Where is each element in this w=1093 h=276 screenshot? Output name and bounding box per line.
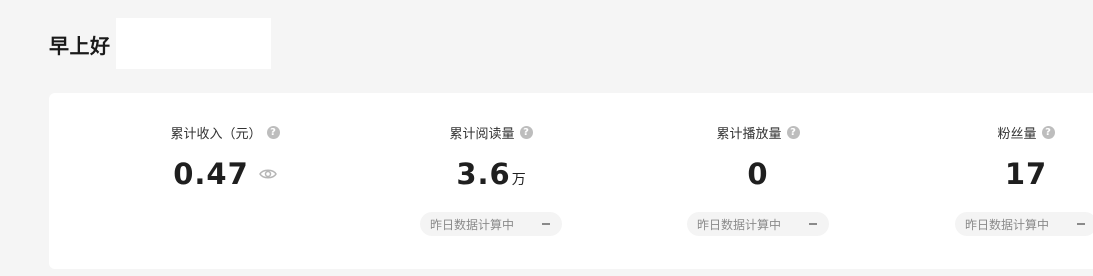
- stat-reads-yesterday-pill: 昨日数据计算中: [420, 212, 562, 236]
- stat-income-value: 0.47: [173, 157, 249, 191]
- eye-icon[interactable]: [258, 166, 277, 182]
- dash-icon: [809, 223, 817, 225]
- username-redacted: [116, 18, 271, 69]
- question-circle-icon[interactable]: ?: [266, 126, 280, 139]
- stat-plays-value: 0: [747, 157, 769, 191]
- dash-icon: [542, 223, 550, 225]
- stats-card: 累计收入（元） ? 0.47 累计阅读量 ? 3.6 万 昨日数据计算中 累计播…: [49, 93, 1093, 269]
- stat-followers-yesterday-pill: 昨日数据计算中: [955, 212, 1093, 236]
- stat-plays-label-row: 累计播放量 ?: [638, 123, 878, 142]
- greeting-row: 早上好: [49, 18, 111, 70]
- stat-reads: 累计阅读量 ? 3.6 万 昨日数据计算中: [371, 93, 611, 269]
- stat-reads-value: 3.6: [456, 157, 511, 191]
- stat-followers-yesterday-text: 昨日数据计算中: [965, 217, 1050, 232]
- stat-reads-unit: 万: [511, 172, 526, 188]
- stat-plays-value-row: 0: [638, 157, 878, 191]
- question-circle-icon[interactable]: ?: [519, 126, 533, 139]
- stat-followers-label-row: 粉丝量 ?: [906, 123, 1093, 142]
- stat-reads-yesterday-text: 昨日数据计算中: [430, 217, 515, 232]
- question-circle-icon[interactable]: ?: [786, 126, 800, 139]
- stat-followers-value-row: 17: [906, 157, 1093, 191]
- stat-followers-value: 17: [1004, 157, 1048, 191]
- stat-followers: 粉丝量 ? 17 昨日数据计算中: [906, 93, 1093, 269]
- stat-followers-label: 粉丝量: [997, 127, 1037, 142]
- stat-plays: 累计播放量 ? 0 昨日数据计算中: [638, 93, 878, 269]
- dash-icon: [1077, 223, 1085, 225]
- greeting-text: 早上好: [49, 33, 111, 58]
- stat-income-value-row: 0.47: [105, 157, 345, 191]
- stat-income-label-row: 累计收入（元） ?: [105, 123, 345, 142]
- stat-income: 累计收入（元） ? 0.47: [105, 93, 345, 269]
- stat-income-label: 累计收入（元）: [170, 127, 262, 142]
- question-circle-icon[interactable]: ?: [1041, 126, 1055, 139]
- stat-reads-value-row: 3.6 万: [371, 157, 611, 191]
- stat-reads-label-row: 累计阅读量 ?: [371, 123, 611, 142]
- stat-reads-label: 累计阅读量: [449, 127, 515, 142]
- stat-plays-yesterday-pill: 昨日数据计算中: [687, 212, 829, 236]
- stat-plays-label: 累计播放量: [716, 127, 782, 142]
- stat-plays-yesterday-text: 昨日数据计算中: [697, 217, 782, 232]
